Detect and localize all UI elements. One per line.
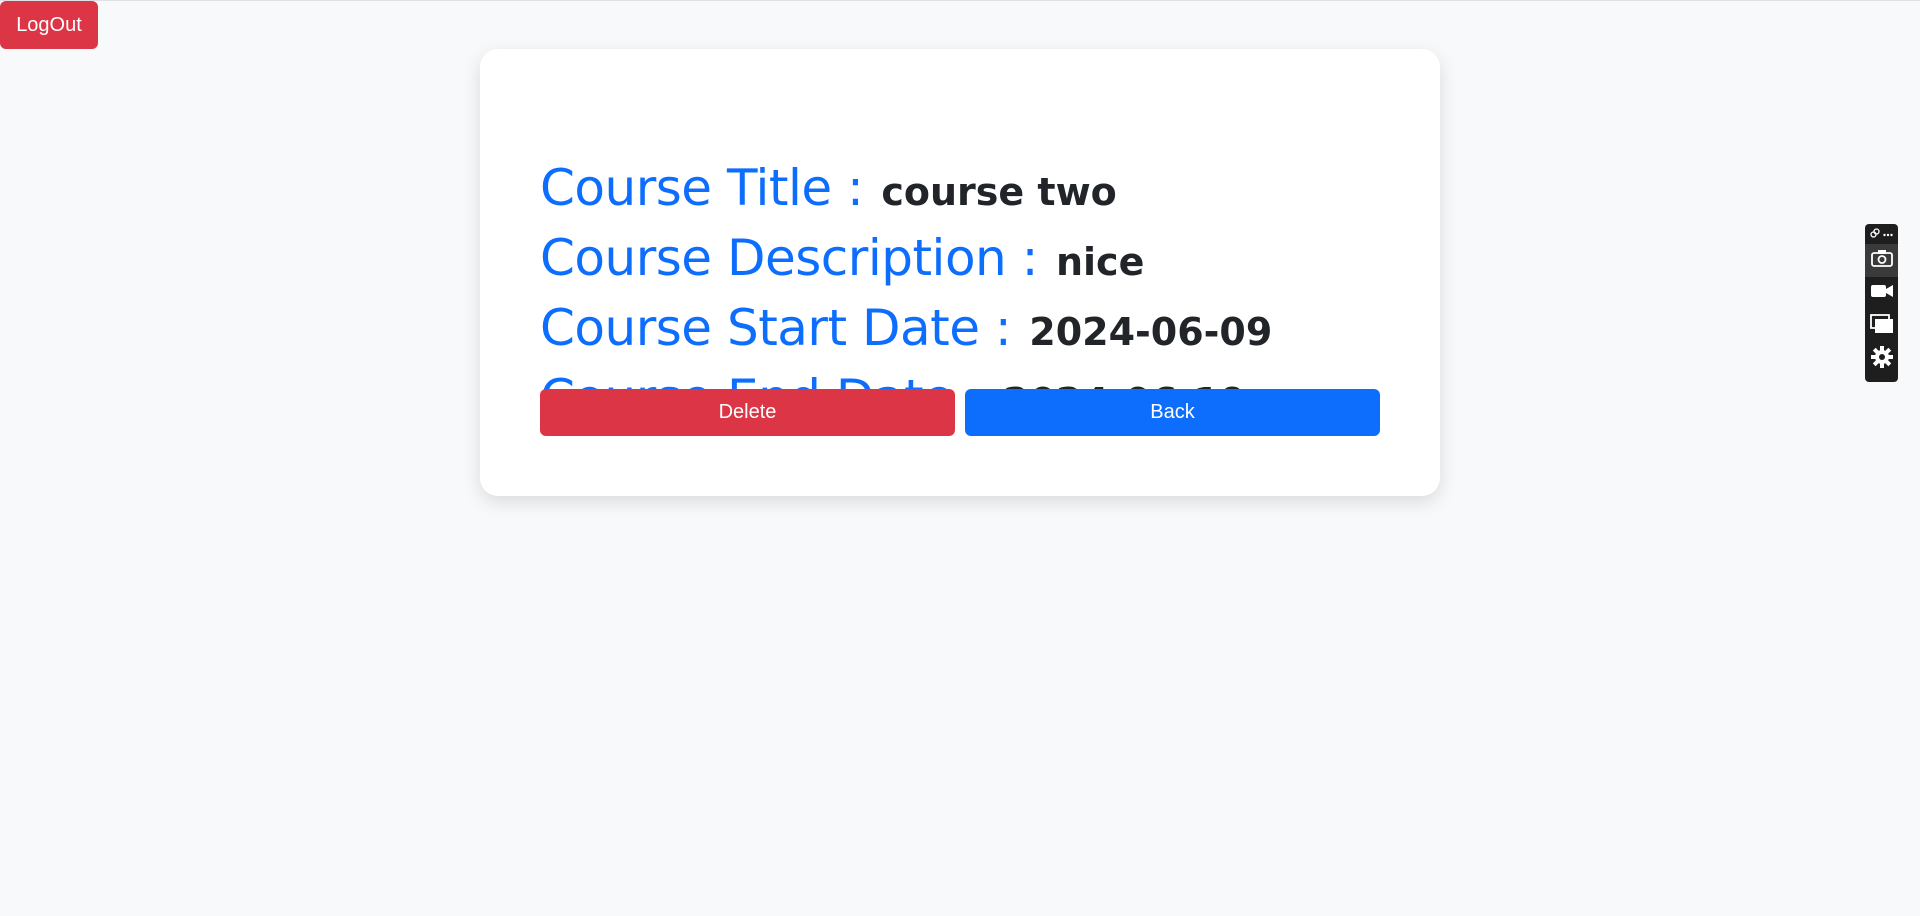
top-divider: [0, 0, 1920, 1]
toolbar-screenshot-button[interactable]: [1865, 244, 1898, 277]
toolbar-settings-button[interactable]: [1865, 343, 1898, 376]
course-details-card: Course Title : course two Course Descrip…: [480, 49, 1440, 496]
back-button[interactable]: Back: [965, 389, 1380, 436]
course-start-date-label: Course Start Date :: [540, 299, 1012, 357]
course-title-value: course two: [881, 170, 1117, 214]
delete-button[interactable]: Delete: [540, 389, 955, 436]
course-description-row: Course Description : nice: [540, 229, 1144, 287]
floating-capture-toolbar: [1865, 224, 1898, 382]
more-icon[interactable]: [1883, 229, 1893, 240]
toolbar-record-button[interactable]: [1865, 277, 1898, 310]
course-title-label: Course Title :: [540, 159, 864, 217]
toolbar-header: [1865, 224, 1898, 244]
course-description-value: nice: [1055, 240, 1145, 284]
toolbar-windows-button[interactable]: [1865, 310, 1898, 343]
course-start-date-row: Course Start Date : 2024-06-09: [540, 299, 1272, 357]
windows-icon: [1869, 314, 1894, 339]
logout-button[interactable]: LogOut: [0, 1, 98, 49]
course-description-label: Course Description :: [540, 229, 1038, 287]
course-start-date-value: 2024-06-09: [1029, 310, 1273, 354]
video-icon: [1870, 283, 1894, 304]
link-icon[interactable]: [1870, 227, 1880, 241]
gear-icon: [1870, 345, 1894, 374]
course-title-row: Course Title : course two: [540, 159, 1117, 217]
camera-icon: [1870, 249, 1893, 272]
